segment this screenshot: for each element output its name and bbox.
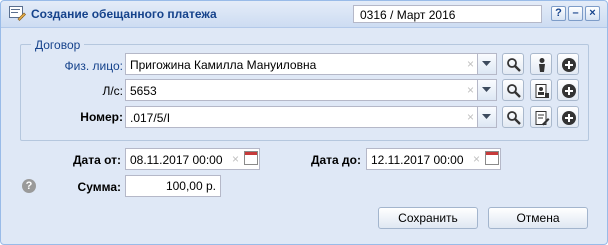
person-combo[interactable]: Пригожина Камилла Мануиловна × (125, 53, 497, 75)
number-document-button[interactable] (530, 106, 552, 128)
form-edit-icon (9, 6, 26, 21)
document-edit-icon (535, 111, 550, 126)
help-icon[interactable]: ? (22, 179, 36, 193)
person-card-icon (539, 58, 545, 72)
person-value: Пригожина Камилла Мануиловна (130, 58, 317, 72)
number-combo[interactable]: .017/5/I × (125, 106, 497, 128)
person-search-button[interactable] (502, 53, 524, 75)
chevron-down-icon (482, 61, 491, 66)
chevron-down-icon (482, 87, 491, 92)
number-label: Номер: (80, 110, 123, 124)
chevron-down-icon (482, 114, 491, 119)
number-value: .017/5/I (130, 111, 171, 125)
clear-icon[interactable]: × (473, 152, 480, 166)
account-add-button[interactable] (557, 79, 579, 101)
number-add-button[interactable] (557, 106, 579, 128)
date-from-label: Дата от: (72, 153, 121, 167)
account-label: Л/с: (102, 84, 123, 98)
account-search-button[interactable] (502, 79, 524, 101)
amount-label: Сумма: (77, 180, 121, 194)
person-label[interactable]: Физ. лицо: (51, 59, 123, 73)
account-combo[interactable]: 5653 × (125, 79, 497, 101)
window-title: Создание обещанного платежа (31, 7, 217, 21)
clear-icon[interactable]: × (467, 83, 474, 97)
search-icon (507, 111, 521, 125)
number-search-button[interactable] (502, 106, 524, 128)
calendar-icon[interactable] (485, 151, 499, 165)
account-card-button[interactable] (530, 79, 552, 101)
dropdown-trigger[interactable] (477, 107, 496, 127)
clear-icon[interactable]: × (232, 152, 239, 166)
account-card-icon (535, 84, 549, 98)
dropdown-trigger[interactable] (477, 80, 496, 100)
date-to-field[interactable]: 12.11.2017 00:00 × (366, 148, 501, 170)
save-button[interactable]: Сохранить (378, 207, 478, 229)
plus-circle-icon (562, 111, 576, 125)
period-field: 0316 / Март 2016 (353, 5, 542, 23)
contract-legend: Договор (31, 38, 85, 52)
search-icon (507, 58, 521, 72)
clear-icon[interactable]: × (467, 110, 474, 124)
cancel-button[interactable]: Отмена (488, 207, 588, 229)
clear-icon[interactable]: × (467, 57, 474, 71)
promised-payment-dialog: Создание обещанного платежа 0316 / Март … (0, 0, 608, 245)
person-add-button[interactable] (557, 53, 579, 75)
dropdown-trigger[interactable] (477, 54, 496, 74)
date-from-field[interactable]: 08.11.2017 00:00 × (125, 148, 260, 170)
person-card-button[interactable] (530, 53, 552, 75)
date-to-value: 12.11.2017 00:00 (371, 153, 464, 167)
date-from-value: 08.11.2017 00:00 (130, 153, 223, 167)
help-tool-button[interactable]: ? (551, 6, 566, 21)
plus-circle-icon (562, 58, 576, 72)
title-bar[interactable]: Создание обещанного платежа 0316 / Март … (1, 1, 607, 28)
amount-input[interactable]: 100,00 р. (125, 175, 221, 197)
minimize-tool-button[interactable]: – (568, 6, 583, 21)
search-icon (507, 84, 521, 98)
close-tool-button[interactable]: × (585, 6, 600, 21)
date-to-label: Дата до: (310, 153, 361, 167)
calendar-icon[interactable] (244, 151, 258, 165)
plus-circle-icon (562, 84, 576, 98)
account-value: 5653 (130, 84, 157, 98)
